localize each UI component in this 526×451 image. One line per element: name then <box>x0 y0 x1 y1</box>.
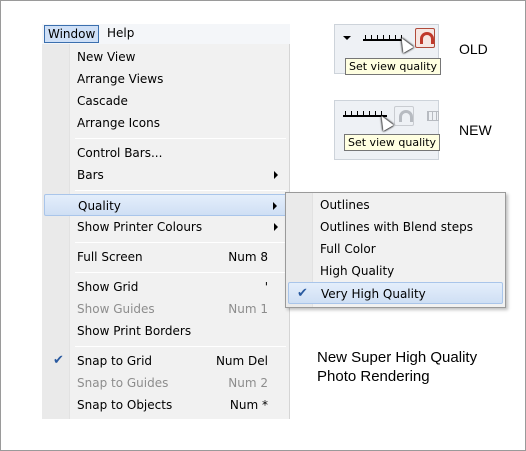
menu-item-label: Full Color <box>320 242 376 256</box>
menu-item-full-screen[interactable]: Full Screen Num 8 <box>44 246 288 268</box>
menu-separator <box>75 346 286 347</box>
menu-item-label: Very High Quality <box>321 287 426 301</box>
menu-item-label: Snap to Objects <box>77 398 173 412</box>
menu-item-show-printer-colours[interactable]: Show Printer Colours <box>44 216 288 238</box>
menu-item-label: Control Bars... <box>77 146 163 160</box>
quality-submenu: Outlines Outlines with Blend steps Full … <box>285 192 506 308</box>
chevron-right-icon <box>273 202 277 210</box>
menu-item-label: Arrange Views <box>77 72 164 86</box>
caption-line: Photo Rendering <box>317 368 430 385</box>
menu-item-control-bars[interactable]: Control Bars... <box>44 142 288 164</box>
menu-item-quality[interactable]: Quality <box>44 194 288 216</box>
check-icon: ✔ <box>297 286 308 301</box>
new-label: NEW <box>459 122 492 138</box>
menu-separator <box>75 242 286 243</box>
menu-item-label: Show Printer Colours <box>77 220 203 234</box>
chevron-right-icon <box>274 223 278 231</box>
menu-item-shortcut: Num 2 <box>228 376 268 390</box>
menu-item-label: Bars <box>77 168 104 182</box>
submenu-item-outlines[interactable]: Outlines <box>288 194 503 216</box>
menu-separator <box>75 138 286 139</box>
chevron-down-icon[interactable] <box>343 36 351 40</box>
menu-item-shortcut: Num * <box>229 398 268 412</box>
menu-item-arrange-views[interactable]: Arrange Views <box>44 68 288 90</box>
tooltip: Set view quality <box>345 58 442 75</box>
menu-item-snap-to-objects[interactable]: Snap to Objects Num * <box>44 394 288 416</box>
menu-item-show-guides[interactable]: Show Guides Num 1 <box>44 298 288 320</box>
menu-separator <box>75 190 286 191</box>
caption: New Super High Quality Photo Rendering <box>317 348 517 386</box>
menu-item-shortcut: Num 1 <box>228 302 268 316</box>
magnet-icon[interactable] <box>415 28 435 48</box>
submenu-item-outlines-blend-steps[interactable]: Outlines with Blend steps <box>288 216 503 238</box>
menu-item-bars[interactable]: Bars <box>44 164 288 186</box>
menu-item-label: New View <box>77 50 136 64</box>
menu-item-shortcut: Num 8 <box>228 250 268 264</box>
menu-bar: Window Help <box>42 24 290 44</box>
menu-help[interactable]: Help <box>104 25 137 43</box>
caption-line: New Super High Quality <box>317 349 478 366</box>
submenu-item-very-high-quality[interactable]: ✔ Very High Quality <box>288 282 503 304</box>
menu-item-label: Snap to Grid <box>77 354 153 368</box>
window-menu: New View Arrange Views Cascade Arrange I… <box>42 44 290 419</box>
submenu-item-full-color[interactable]: Full Color <box>288 238 503 260</box>
menu-item-arrange-icons[interactable]: Arrange Icons <box>44 112 288 134</box>
grid-icon[interactable] <box>427 111 439 121</box>
menu-separator <box>75 272 286 273</box>
menu-item-label: Outlines <box>320 198 370 212</box>
magnet-icon[interactable] <box>394 106 414 126</box>
menu-item-snap-to-grid[interactable]: ✔ Snap to Grid Num Del <box>44 350 288 372</box>
old-label: OLD <box>459 41 488 57</box>
check-icon: ✔ <box>53 353 64 368</box>
menu-item-label: Outlines with Blend steps <box>320 220 473 234</box>
menu-window[interactable]: Window <box>44 25 100 43</box>
submenu-item-high-quality[interactable]: High Quality <box>288 260 503 282</box>
menu-item-shortcut: Num Del <box>215 354 268 368</box>
menu-item-show-print-borders[interactable]: Show Print Borders <box>44 320 288 342</box>
menu-item-label: Cascade <box>77 94 128 108</box>
menu-item-label: Arrange Icons <box>77 116 160 130</box>
new-toolbar-snippet: Set view quality <box>334 100 441 160</box>
chevron-right-icon <box>274 171 278 179</box>
menu-item-shortcut: ' <box>264 280 268 294</box>
menu-item-label: Quality <box>78 199 121 213</box>
menu-item-label: Full Screen <box>77 250 143 264</box>
menu-item-new-view[interactable]: New View <box>44 46 288 68</box>
menu-item-show-grid[interactable]: Show Grid ' <box>44 276 288 298</box>
menu-item-label: Show Grid <box>77 280 139 294</box>
menu-item-label: Show Guides <box>77 302 155 316</box>
menu-item-snap-to-guides[interactable]: Snap to Guides Num 2 <box>44 372 288 394</box>
menu-item-label: High Quality <box>320 264 395 278</box>
menu-item-label: Show Print Borders <box>77 324 192 338</box>
tooltip: Set view quality <box>344 134 441 151</box>
menu-item-cascade[interactable]: Cascade <box>44 90 288 112</box>
menu-item-label: Snap to Guides <box>77 376 169 390</box>
old-toolbar-snippet: Set view quality <box>334 24 442 75</box>
